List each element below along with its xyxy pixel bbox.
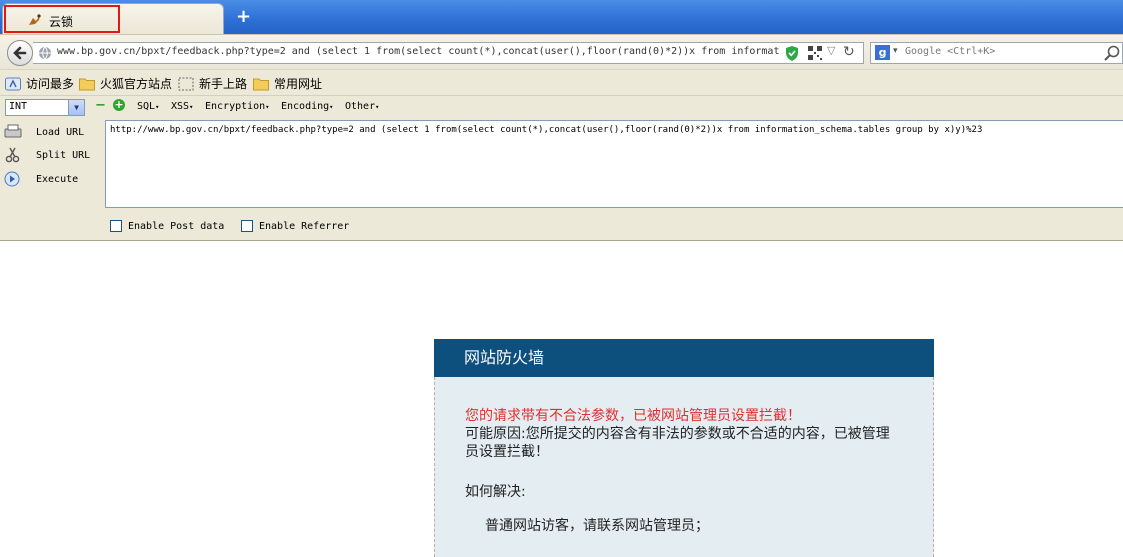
play-icon: [4, 171, 20, 187]
menu-other[interactable]: Other▾: [345, 101, 379, 112]
firewall-warning: 您的请求带有不合法参数，已被网站管理员设置拦截！: [465, 408, 801, 424]
folder-icon: [253, 78, 269, 90]
folder-icon: [79, 78, 95, 90]
firewall-title: 网站防火墙: [434, 339, 934, 377]
menu-sql[interactable]: SQL▾: [137, 101, 159, 112]
decrease-icon[interactable]: −: [95, 99, 106, 112]
search-engine-dropdown-icon[interactable]: ▾: [893, 46, 898, 56]
yunsuo-favicon-icon: [29, 14, 41, 25]
bookmark-label: 火狐官方站点: [100, 77, 173, 91]
chevron-down-icon[interactable]: ▼: [68, 100, 84, 115]
scissors-icon: [5, 147, 20, 163]
back-arrow-icon: [13, 46, 27, 60]
bookmark-most-visited[interactable]: 访问最多: [5, 75, 74, 92]
execute-button[interactable]: Execute: [4, 171, 78, 187]
bookmarks-toolbar: 访问最多 火狐官方站点 新手上路 常用网址: [0, 69, 1123, 96]
type-select-value: INT: [9, 101, 28, 112]
search-icon[interactable]: [1103, 44, 1121, 62]
load-url-button[interactable]: Load URL: [4, 124, 84, 140]
checkbox-box[interactable]: [241, 220, 253, 232]
shield-icon[interactable]: [785, 46, 799, 61]
back-button[interactable]: [7, 40, 33, 66]
enable-referrer-label: Enable Referrer: [259, 220, 350, 232]
bookmark-getting-started[interactable]: 新手上路: [178, 75, 247, 92]
google-icon[interactable]: g: [875, 45, 890, 60]
bookmark-star-icon: [5, 77, 21, 90]
enable-referrer-checkbox[interactable]: Enable Referrer: [241, 220, 349, 232]
url-bar[interactable]: www.bp.gov.cn/bpxt/feedback.php?type=2 a…: [33, 42, 864, 64]
firewall-solve-visitor: 普通网站访客，请联系网站管理员；: [485, 518, 709, 534]
navigation-bar: www.bp.gov.cn/bpxt/feedback.php?type=2 a…: [0, 34, 1123, 70]
firewall-reason: 可能原因:您所提交的内容含有非法的参数或不合适的内容，已被管理员设置拦截！: [465, 426, 890, 460]
search-placeholder[interactable]: Google <Ctrl+K>: [905, 46, 995, 57]
search-box[interactable]: g ▾ Google <Ctrl+K>: [870, 42, 1123, 64]
tab-title: 云锁: [49, 15, 74, 29]
menu-encryption[interactable]: Encryption▾: [205, 101, 269, 112]
load-url-icon: [4, 124, 22, 138]
url-text[interactable]: www.bp.gov.cn/bpxt/feedback.php?type=2 a…: [57, 46, 787, 57]
increase-icon[interactable]: +: [113, 99, 125, 111]
qr-code-icon[interactable]: [808, 46, 822, 60]
new-tab-button[interactable]: +: [236, 6, 251, 27]
firewall-solve-title: 如何解决:: [465, 484, 526, 500]
split-url-label: Split URL: [36, 149, 91, 161]
bookmark-common-sites[interactable]: 常用网址: [253, 75, 322, 92]
type-select[interactable]: INT ▼: [5, 99, 85, 116]
dashed-folder-icon: [178, 77, 194, 90]
menu-encoding[interactable]: Encoding▾: [281, 101, 333, 112]
reload-icon[interactable]: ↻: [843, 44, 855, 60]
firewall-panel: 网站防火墙 您的请求带有不合法参数，已被网站管理员设置拦截！ 可能原因:您所提交…: [434, 339, 934, 557]
checkbox-box[interactable]: [110, 220, 122, 232]
enable-post-label: Enable Post data: [128, 220, 225, 232]
enable-post-checkbox[interactable]: Enable Post data: [110, 220, 224, 232]
firewall-body: 您的请求带有不合法参数，已被网站管理员设置拦截！ 可能原因:您所提交的内容含有非…: [434, 377, 934, 557]
tab-active[interactable]: 云锁: [2, 3, 224, 34]
tab-strip: 云锁 +: [0, 0, 1123, 34]
execute-label: Execute: [36, 173, 79, 185]
menu-xss[interactable]: XSS▾: [171, 101, 193, 112]
bookmark-firefox-site[interactable]: 火狐官方站点: [79, 75, 172, 92]
globe-icon: [39, 46, 51, 60]
bookmark-label: 常用网址: [274, 77, 323, 91]
bookmark-label: 访问最多: [26, 77, 75, 91]
load-url-label: Load URL: [36, 126, 85, 138]
hackbar-panel: INT ▼ − + SQL▾ XSS▾ Encryption▾ Encoding…: [0, 95, 1123, 241]
bookmark-label: 新手上路: [199, 77, 248, 91]
url-history-dropdown-icon[interactable]: ▽: [827, 44, 835, 57]
hackbar-url-textarea[interactable]: http://www.bp.gov.cn/bpxt/feedback.php?t…: [105, 120, 1123, 208]
split-url-button[interactable]: Split URL: [4, 147, 90, 163]
